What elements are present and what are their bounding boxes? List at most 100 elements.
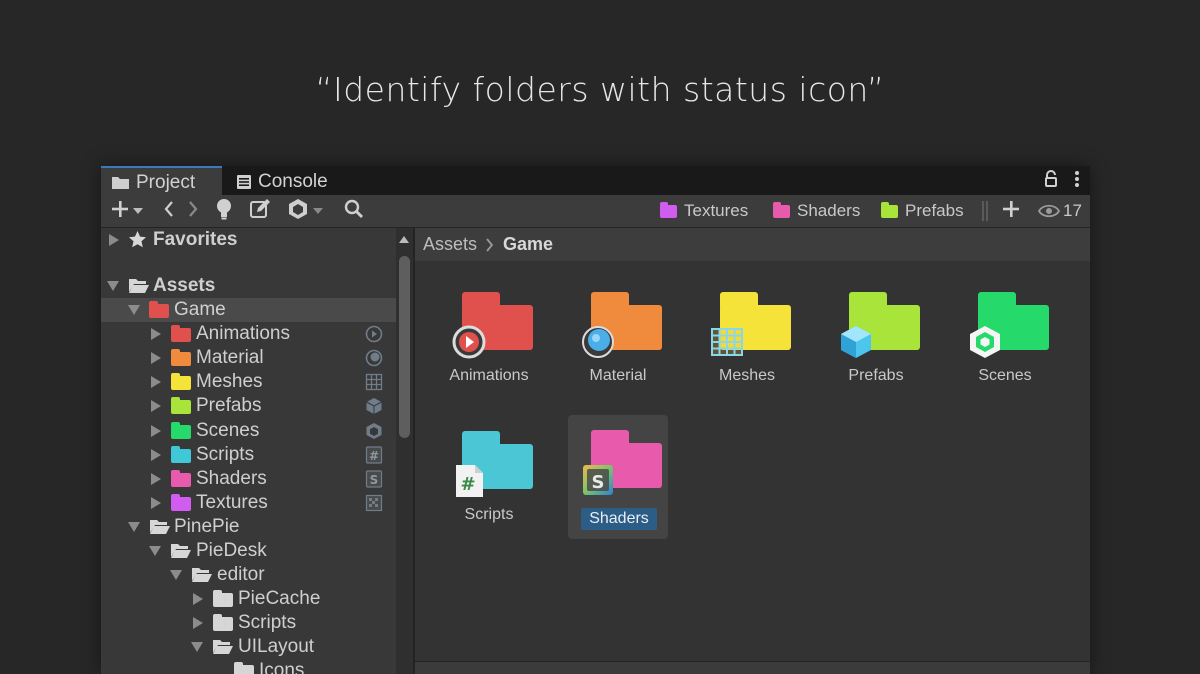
tree-label: Prefabs [196,395,262,417]
back-button[interactable] [163,195,175,227]
expand-arrow-icon[interactable] [151,448,161,461]
filter-label: Textures [684,201,749,220]
project-tree: Favorites Assets Game Animations Material… [101,228,396,674]
filter-shaders[interactable]: Shaders [773,195,860,227]
tree-item-editor[interactable]: editor [101,563,396,587]
forward-button[interactable] [187,195,199,227]
expand-arrow-icon[interactable] [151,400,161,413]
tree-item-icons[interactable]: Icons [101,659,396,674]
status-bar [415,661,1090,674]
edit-icon [249,198,271,225]
folder-icon [111,175,130,190]
expand-arrow-icon[interactable] [151,352,161,365]
hint-button[interactable] [215,195,233,227]
tree-item-piedesk[interactable]: PieDesk [101,539,396,563]
grid-icon [709,324,743,358]
expand-arrow-icon[interactable] [151,497,161,510]
tree-label: Scripts [238,612,297,633]
tree-label: PieCache [238,588,321,609]
collapse-arrow-icon[interactable] [170,570,182,580]
tree-item-material[interactable]: Material [101,346,396,370]
grid-item-shaders[interactable]: S Shaders [568,415,668,539]
tree-label: Scenes [196,419,260,441]
expand-arrow-icon[interactable] [151,328,161,340]
expand-arrow-icon[interactable] [193,593,203,605]
folder-icon [773,201,790,218]
grid-item-scripts[interactable]: # Scripts [439,429,539,553]
shader-icon: S [365,470,383,488]
tree-item-favorites[interactable]: Favorites [101,228,396,252]
tree-item-piecache[interactable]: PieCache [101,587,396,611]
lock-icon[interactable] [1044,170,1058,193]
grid-item-prefabs[interactable]: Prefabs [826,290,926,414]
texture-icon [365,494,383,512]
folder-icon [171,349,191,367]
unity-icon [365,422,383,440]
folder-icon [171,325,191,342]
tree-item-textures[interactable]: Textures [101,491,396,515]
tree-item-scripts[interactable]: Scripts [101,611,396,635]
sphere-icon [365,349,383,367]
expand-arrow-icon[interactable] [151,376,161,389]
grid-item-animations[interactable]: Animations [439,290,539,414]
chevron-right-icon [486,237,494,252]
grid-item-scenes[interactable]: Scenes [955,290,1055,414]
breadcrumb-current[interactable]: Game [503,234,553,255]
tree-item-scripts[interactable]: Scripts # [101,443,396,467]
tree-scrollbar[interactable] [396,228,413,674]
more-options-icon[interactable] [1074,170,1080,193]
tree-label: editor [217,564,265,585]
scrollbar-thumb[interactable] [399,256,410,438]
chevron-down-icon [133,202,143,220]
collapse-arrow-icon[interactable] [128,305,140,315]
tree-item-animations[interactable]: Animations [101,322,396,346]
tab-console[interactable]: Console [226,168,346,195]
tree-item-assets[interactable]: Assets [101,274,396,298]
expand-arrow-icon[interactable] [193,617,203,629]
filter-prefabs[interactable]: Prefabs [881,195,964,227]
edit-button[interactable] [249,195,271,227]
grid-item-material[interactable]: Material [568,290,668,414]
tree-label: Material [196,347,264,369]
expand-arrow-icon[interactable] [151,472,161,485]
collapse-arrow-icon[interactable] [107,281,119,291]
tree-label: Textures [196,492,268,514]
tree-label: Icons [259,660,305,674]
open-folder-icon [191,566,213,589]
sphere-icon [580,324,614,358]
unity-menu-button[interactable] [287,195,323,227]
plus-icon [110,199,130,224]
add-filter-button[interactable] [1001,195,1021,227]
expand-arrow-icon[interactable] [151,424,161,437]
search-button[interactable] [344,195,364,227]
tree-item-shaders[interactable]: Shaders S [101,467,396,491]
play-icon [365,325,383,343]
tree-label: Scripts [196,443,255,465]
hash-icon: # [365,446,383,464]
scroll-up-icon[interactable] [399,236,409,243]
collapse-arrow-icon[interactable] [128,522,140,532]
collapse-arrow-icon[interactable] [191,642,203,652]
grid-item-meshes[interactable]: Meshes [697,290,797,414]
tree-item-game[interactable]: Game [101,298,396,322]
tree-item-prefabs[interactable]: Prefabs [101,394,396,418]
tab-project[interactable]: Project [101,166,222,197]
visibility-count: 17 [1063,201,1082,220]
grid-item-label: Prefabs [848,367,904,384]
tree-label: Game [174,299,226,320]
visibility-toggle[interactable]: 17 [1038,195,1082,227]
script-file-icon: # [451,463,485,497]
lightbulb-icon [215,198,233,225]
create-button[interactable] [110,195,143,227]
svg-text:S: S [370,473,379,487]
grid-item-label: Animations [449,367,529,384]
filter-textures[interactable]: Textures [660,195,748,227]
tree-item-scenes[interactable]: Scenes [101,419,396,443]
tree-item-pinepie[interactable]: PinePie [101,515,396,539]
expand-arrow-icon[interactable] [109,234,119,246]
tree-label: Assets [153,275,216,296]
tree-item-meshes[interactable]: Meshes [101,370,396,394]
collapse-arrow-icon[interactable] [149,546,161,556]
breadcrumb-root[interactable]: Assets [423,234,477,255]
tree-item-uilayout[interactable]: UILayout [101,635,396,659]
